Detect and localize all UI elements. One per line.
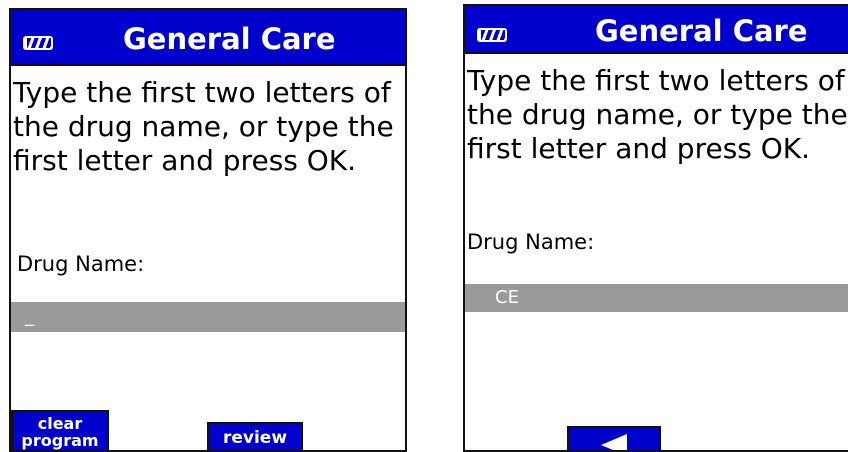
instruction-text: Type the first two letters of the drug n… [13,76,394,177]
drug-name-input[interactable]: _ [11,302,405,332]
drug-name-input[interactable]: CE [465,284,848,312]
header-title: General Care [123,22,336,56]
battery-icon [477,28,507,42]
device-screen-right: General Care Type the first two letters … [463,4,848,452]
battery-icon [23,36,53,50]
instruction-text: Type the first two letters of the drug n… [467,64,848,165]
header-title: General Care [595,14,808,48]
drug-name-label: Drug Name: [17,252,145,276]
device-screen-left: General Care Type the first two letters … [9,8,407,452]
clear-program-button[interactable]: clear program [11,410,109,450]
header-bar: General Care [465,6,848,54]
back-button[interactable] [567,426,661,450]
drug-name-label: Drug Name: [467,230,595,254]
left-triangle-icon [601,434,627,450]
review-button[interactable]: review [207,422,303,450]
header-bar: General Care [11,10,405,66]
